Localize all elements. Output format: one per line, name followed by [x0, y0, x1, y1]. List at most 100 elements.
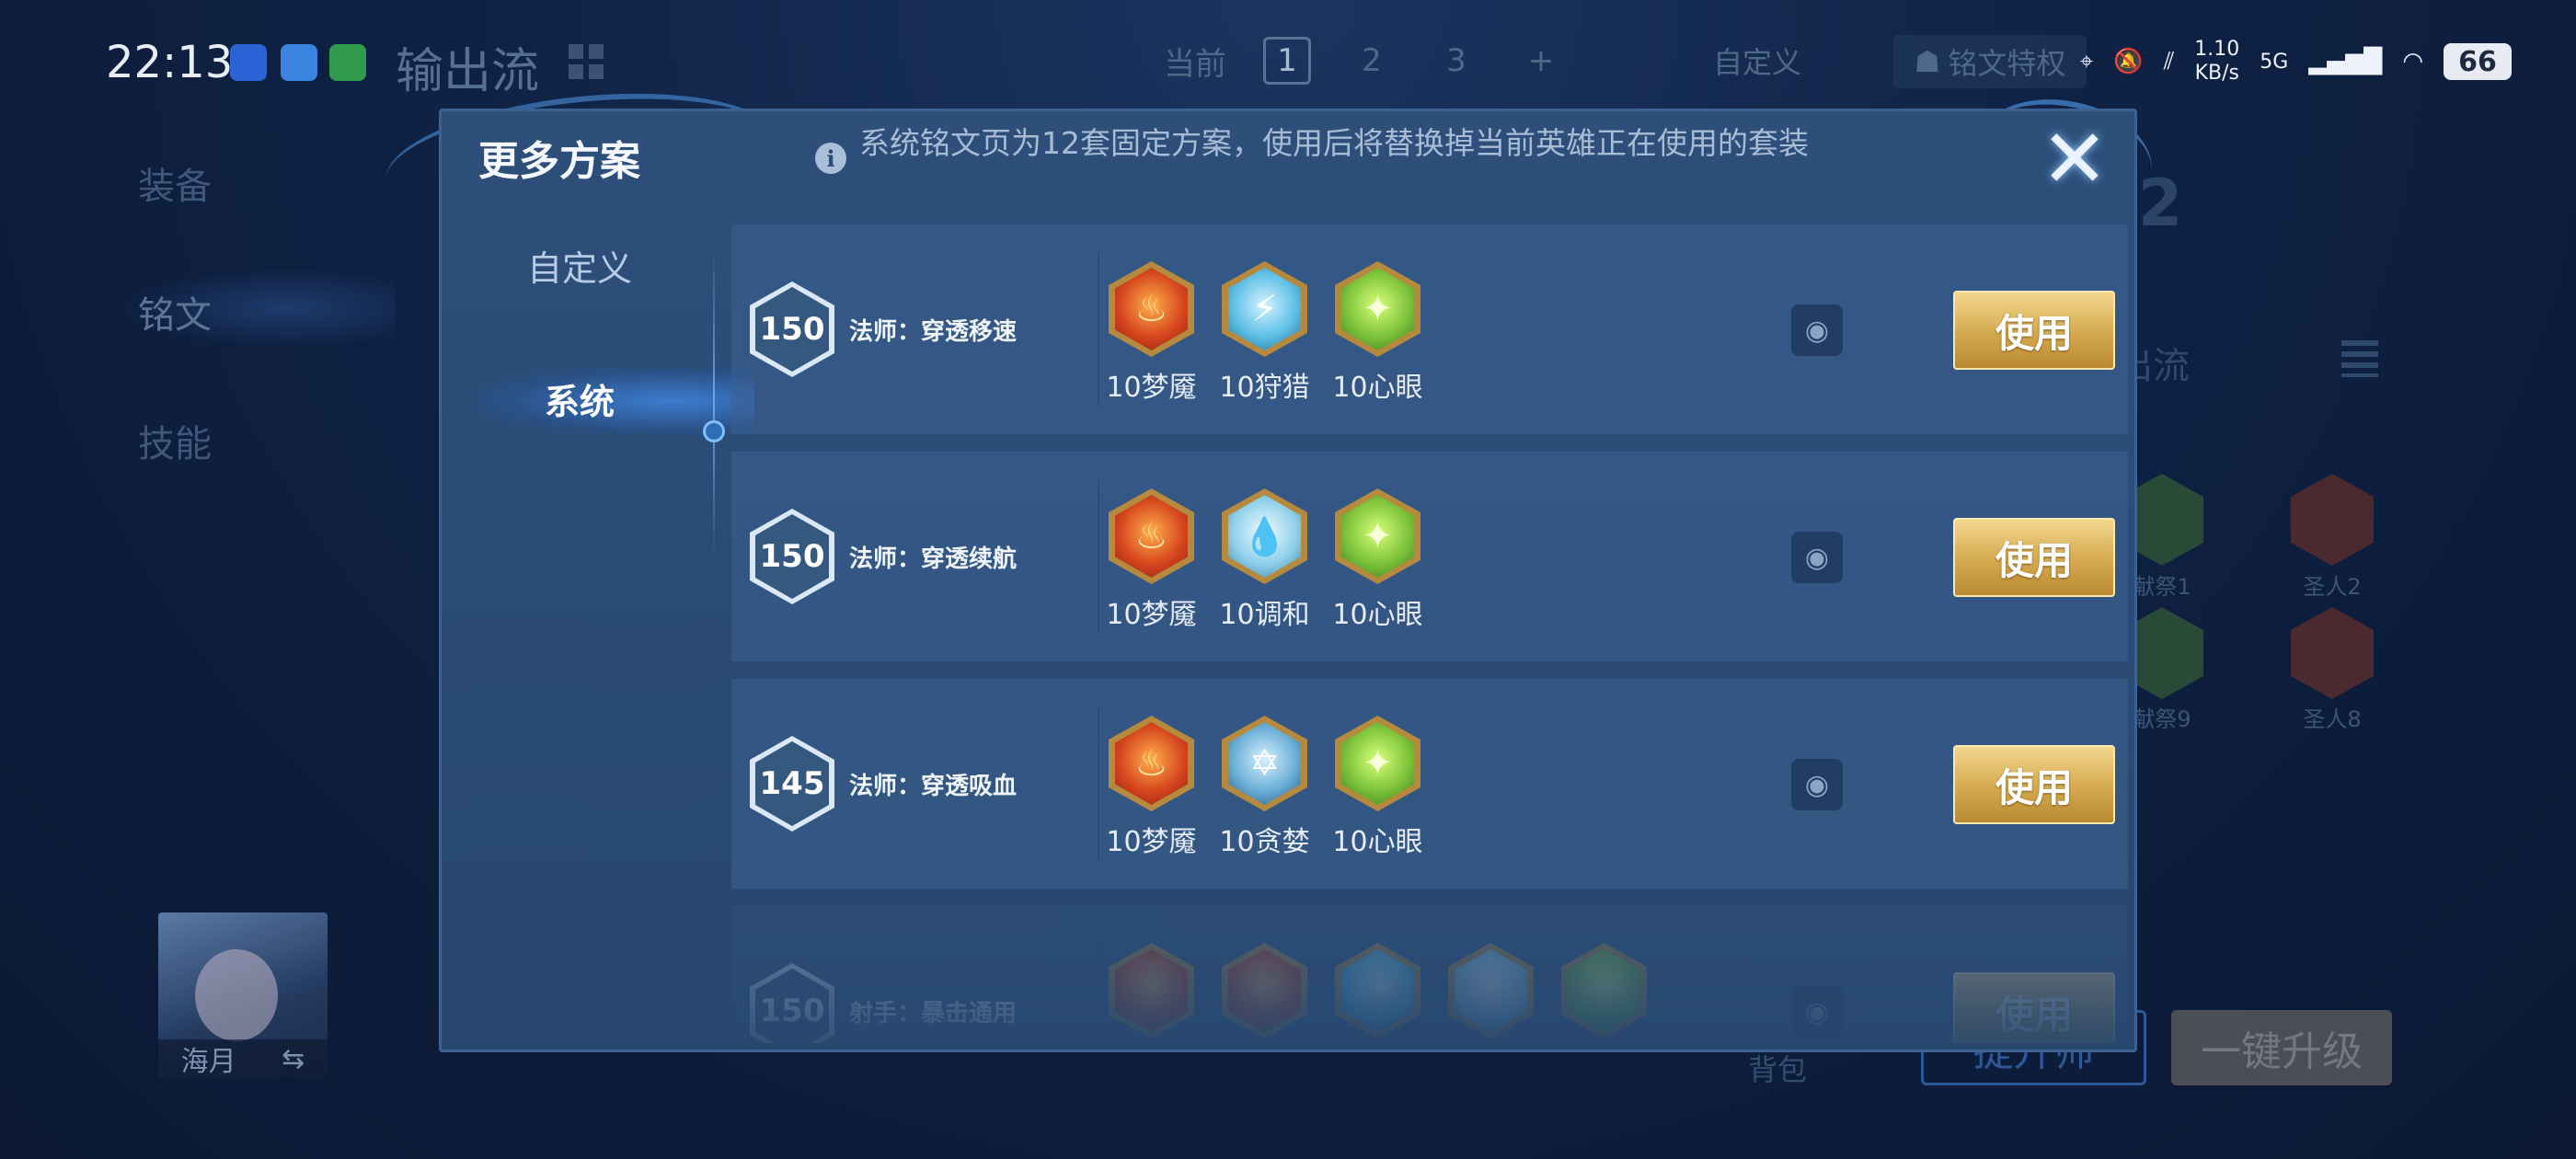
row-divider	[1098, 479, 1099, 634]
page-tabs: 当前 1 2 3 +	[1164, 37, 1565, 85]
plan-level: 150	[755, 514, 829, 599]
rune-set-label: 10心眼	[1332, 826, 1423, 858]
loadout-title: 输出流	[396, 44, 540, 99]
plan-level-badge: 150	[750, 963, 834, 1043]
book-icon: ☗	[1914, 44, 1941, 79]
plan-row: 150 法师：穿透移速 ♨ 10梦魇 ⚡ 10狩猎 ✦ 10心眼 ◉ 使用	[731, 224, 2128, 434]
rune-icon	[1109, 943, 1194, 1039]
side-tab-runes: 铭文	[138, 294, 212, 337]
more-plans-dialog: 更多方案 i 系统铭文页为12套固定方案，使用后将替换掉当前英雄正在使用的套装 …	[439, 109, 2137, 1052]
preview-eye-button[interactable]: ◉	[1791, 759, 1843, 810]
rune-emblem-icon: ♨	[1115, 722, 1188, 805]
plan-level: 150	[755, 287, 829, 372]
rune-icon	[1448, 943, 1534, 1039]
rune-set: ♨ 10梦魇	[1106, 488, 1197, 632]
rune-set-label: 10调和	[1219, 599, 1310, 631]
rune-slot	[2291, 607, 2374, 699]
menu-icon	[2341, 340, 2378, 377]
preview-eye-button[interactable]: ◉	[1791, 304, 1843, 356]
rune-set-label: 10梦魇	[1106, 372, 1197, 404]
row-divider	[1098, 706, 1099, 861]
rune-emblem-icon: ✦	[1341, 495, 1414, 578]
nav-selected-dot	[703, 420, 725, 442]
plan-category-nav	[442, 245, 718, 1050]
bag-label: 背包	[1748, 1052, 1808, 1087]
preview-eye-button[interactable]: ◉	[1791, 532, 1843, 583]
rune-slot-label: 圣人8	[2303, 706, 2362, 732]
use-button[interactable]: 使用	[1953, 291, 2115, 370]
rune-set	[1448, 943, 1534, 1039]
rune-icon	[1335, 943, 1420, 1039]
rune-emblem-icon: ✦	[1341, 268, 1414, 350]
grid-icon	[569, 44, 604, 79]
plan-level-badge: 150	[750, 509, 834, 604]
nav-divider	[713, 245, 715, 557]
rune-emblem-icon: ✡	[1228, 722, 1301, 805]
rune-set: ♨ 10梦魇	[1106, 261, 1197, 405]
plan-row: 145 法师：穿透吸血 ♨ 10梦魇 ✡ 10贪婪 ✦ 10心眼 ◉ 使用	[731, 679, 2128, 889]
preview-eye-button[interactable]: ◉	[1791, 986, 1843, 1038]
info-icon: i	[815, 143, 846, 174]
add-page-icon: +	[1527, 42, 1555, 79]
rune-icon: ⚡	[1222, 261, 1307, 357]
rune-set-list: ♨ 10梦魇 ⚡ 10狩猎 ✦ 10心眼	[1106, 261, 1423, 405]
rune-set-label: 10心眼	[1332, 599, 1423, 631]
rune-set: ✡ 10贪婪	[1219, 716, 1310, 859]
use-button[interactable]: 使用	[1953, 518, 2115, 597]
rune-set-label: 10狩猎	[1219, 372, 1310, 404]
plan-name: 法师：穿透吸血	[849, 773, 1018, 800]
rune-icon: ✦	[1335, 716, 1420, 811]
hero-portrait	[195, 949, 278, 1041]
rune-icon: ✡	[1222, 716, 1307, 811]
rune-emblem-icon: ♨	[1115, 495, 1188, 578]
side-tab-equipment: 装备	[138, 166, 212, 208]
rune-icon: ♨	[1109, 716, 1194, 811]
rune-icon: ✦	[1335, 488, 1420, 584]
rune-set	[1335, 943, 1420, 1039]
rune-set: ♨ 10梦魇	[1106, 716, 1197, 859]
plan-row: 150 法师：穿透续航 ♨ 10梦魇 💧 10调和 ✦ 10心眼 ◉ 使用	[731, 452, 2128, 661]
rune-set	[1109, 943, 1194, 1039]
rune-emblem-icon: ♨	[1115, 268, 1188, 350]
rune-set: ✦ 10心眼	[1332, 488, 1423, 632]
row-divider	[1098, 252, 1099, 407]
rune-set	[1561, 943, 1647, 1039]
tab-custom[interactable]: 自定义	[442, 240, 718, 291]
rune-emblem-icon	[1115, 949, 1188, 1032]
dialog-notice: 系统铭文页为12套固定方案，使用后将替换掉当前英雄正在使用的套装	[859, 125, 1809, 161]
dialog-title: 更多方案	[478, 138, 640, 185]
plan-list[interactable]: 150 法师：穿透移速 ♨ 10梦魇 ⚡ 10狩猎 ✦ 10心眼 ◉ 使用 150 法师：…	[731, 224, 2128, 1043]
rune-set: ✦ 10心眼	[1332, 716, 1423, 859]
rune-icon: ✦	[1335, 261, 1420, 357]
plan-level-badge: 150	[750, 281, 834, 377]
rune-set: ✦ 10心眼	[1332, 261, 1423, 405]
rune-icon: ♨	[1109, 488, 1194, 584]
use-button[interactable]: 使用	[1953, 972, 2115, 1043]
current-label: 当前	[1164, 45, 1226, 83]
rune-set-list: ♨ 10梦魇 💧 10调和 ✦ 10心眼	[1106, 488, 1423, 632]
one-click-upgrade-button: 一键升级	[2171, 1010, 2392, 1085]
row-divider	[1098, 934, 1099, 1043]
rune-privilege-button: ☗ 铭文特权	[1893, 35, 2087, 88]
use-button[interactable]: 使用	[1953, 745, 2115, 824]
rune-set-label: 10梦魇	[1106, 826, 1197, 858]
rune-emblem-icon	[1455, 949, 1527, 1032]
rune-emblem-icon	[1341, 949, 1414, 1032]
close-button[interactable]: ✕	[2038, 119, 2111, 200]
rune-set-list	[1109, 943, 1647, 1039]
side-tab-skills: 技能	[138, 423, 212, 465]
rune-set-label: 10梦魇	[1106, 599, 1197, 631]
rune-emblem-icon: ⚡	[1228, 268, 1301, 350]
rune-slot-label: 圣人2	[2303, 574, 2362, 600]
rune-set-list: ♨ 10梦魇 ✡ 10贪婪 ✦ 10心眼	[1106, 716, 1423, 859]
rune-emblem-icon: 💧	[1228, 495, 1301, 578]
page-tab-2: 2	[1362, 42, 1382, 79]
rune-emblem-icon	[1228, 949, 1301, 1032]
page-tab-1: 1	[1263, 37, 1311, 85]
rune-set-label: 10心眼	[1332, 372, 1423, 404]
tab-system[interactable]: 系统	[442, 373, 718, 424]
swap-icon: ⇆	[282, 1042, 305, 1075]
rune-icon: ♨	[1109, 261, 1194, 357]
plan-level-badge: 145	[750, 736, 834, 832]
hero-name-bar: 海月 ⇆	[158, 1039, 328, 1078]
